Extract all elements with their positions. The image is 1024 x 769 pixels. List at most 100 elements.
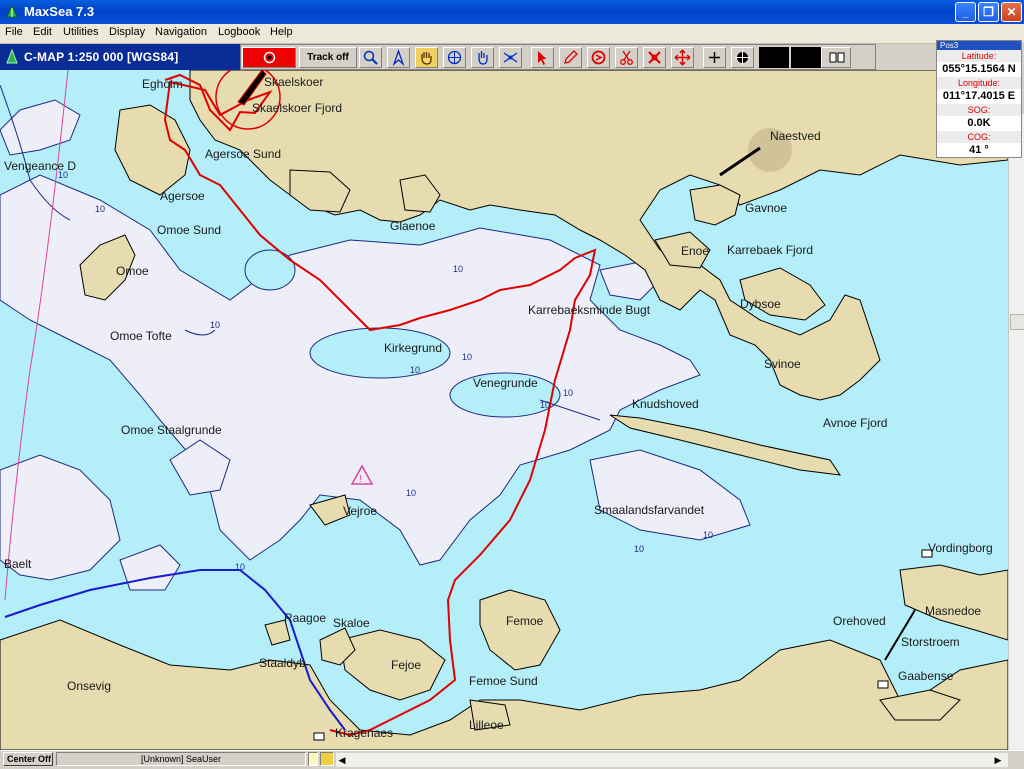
chart-scale-label: C-MAP 1:250 000 [WGS84] [24,50,179,64]
label-gaabense: Gaabense [898,669,954,683]
restore-button[interactable]: ❐ [978,2,999,22]
scissors-button[interactable] [615,47,638,68]
close-button[interactable]: ✕ [1001,2,1022,22]
chart-icon [6,49,18,64]
label-karrebaeksminde-bugt: Karrebaeksminde Bugt [528,303,651,317]
longitude-value: 011°17.4015 E [942,90,1016,102]
vertical-scroll-thumb[interactable] [1010,314,1024,330]
chart-header: C-MAP 1:250 000 [WGS84] [0,44,240,70]
gaabense-harbour-icon [877,680,889,689]
crosshair-icon [447,50,462,65]
label-orehoved: Orehoved [833,614,886,628]
target-icon [735,50,750,65]
minimize-button[interactable]: _ [955,2,976,22]
record-button[interactable] [242,47,296,68]
depth-label: 10 [540,400,550,410]
black-panel-2 [791,47,821,68]
zoom-button[interactable] [359,47,382,68]
route-button[interactable] [587,47,610,68]
label-glaenoe: Glaenoe [390,219,436,233]
depth-label: 10 [563,388,573,398]
label-kirkegrund: Kirkegrund [384,341,442,355]
center-off-button[interactable]: Center Off [3,752,53,766]
target-button[interactable] [731,47,754,68]
label-avnoe-fjord: Avnoe Fjord [823,416,887,430]
plus-icon [709,52,720,63]
cursor-icon [538,51,547,65]
label-masnedoe: Masnedoe [925,604,981,618]
hand-point-icon [478,51,488,65]
label-knudshoved: Knudshoved [632,397,699,411]
label-omoe-staalgrunde: Omoe Staalgrunde [121,423,222,437]
label-enoe: Enoe [681,244,709,258]
horizontal-scrollbar[interactable]: ◀ ▶ [336,753,1008,767]
track-off-button[interactable]: Track off [299,47,357,68]
label-storstroem: Storstroem [901,635,960,649]
hand-point-button[interactable] [471,47,494,68]
nautical-chart[interactable]: ! Egholm Skaelskoer Skaelskoer Fjord Nae… [0,70,1008,750]
depth-label: 10 [95,204,105,214]
latitude-label: Latitude: [937,50,1021,62]
move-button[interactable] [671,47,694,68]
status-indicator [308,752,318,766]
position-panel-header: Pos3 [937,41,1021,50]
menu-navigation[interactable]: Navigation [155,26,207,38]
erase-icon [648,51,661,64]
menu-utilities[interactable]: Utilities [63,26,98,38]
menu-logbook[interactable]: Logbook [218,26,260,38]
longitude-label: Longitude: [937,77,1021,89]
warning-mark: ! [359,474,362,485]
kragenaes-harbour-icon [313,732,325,741]
hand-pan-button[interactable] [415,47,438,68]
label-femoe: Femoe [506,614,544,628]
sog-label: SOG: [937,104,1021,116]
label-dybsoe: Dybsoe [740,297,781,311]
move-icon [674,49,691,66]
window-button[interactable] [821,47,851,68]
user-status: [Unknown] SeaUser [56,752,306,766]
record-icon [263,51,275,64]
tide-button[interactable] [499,47,522,68]
label-lilleoe: Lilleoe [469,718,504,732]
menu-bar: File Edit Utilities Display Navigation L… [0,24,1024,44]
menu-edit[interactable]: Edit [33,26,52,38]
label-karrebaek-fjord: Karrebaek Fjord [727,243,813,257]
menu-display[interactable]: Display [109,26,145,38]
label-skaelskoer-fjord: Skaelskoer Fjord [252,101,342,115]
chart-toolbar: Track off [240,44,876,70]
title-bar: MaxSea 7.3 _ ❐ ✕ [0,0,1024,24]
cog-label: COG: [937,131,1021,143]
depth-label: 10 [462,352,472,362]
label-omoe-sund: Omoe Sund [157,223,221,237]
depth-label: 10 [406,488,416,498]
depth-label: 10 [703,530,713,540]
maxsea-app-icon [6,5,18,18]
pencil-icon [564,50,578,64]
scroll-right-icon[interactable]: ▶ [992,753,1004,767]
zoom-icon [363,50,378,65]
menu-file[interactable]: File [5,26,23,38]
label-omoe: Omoe [116,264,149,278]
label-svinoe: Svinoe [764,357,801,371]
compass-button[interactable] [387,47,410,68]
status-bar: Center Off [Unknown] SeaUser ◀ ▶ [0,750,1024,769]
erase-button[interactable] [643,47,666,68]
label-naestved: Naestved [770,129,821,143]
sog-value: 0.0K [967,117,991,129]
status-icon[interactable] [320,752,334,766]
pencil-button[interactable] [559,47,582,68]
chart-window: C-MAP 1:250 000 [WGS84] Track off ! Egho… [0,40,1024,750]
label-raagoe: Raagoe [284,611,326,625]
label-kragenaes: Kragenaes [335,726,393,740]
scroll-left-icon[interactable]: ◀ [336,753,348,767]
label-skaloe: Skaloe [333,616,370,630]
label-staaldyb: Staaldyb [259,656,306,670]
vertical-scrollbar[interactable] [1008,114,1024,750]
menu-help[interactable]: Help [270,26,293,38]
label-fejoe: Fejoe [391,658,421,672]
crosshair-button[interactable] [443,47,466,68]
label-baelt: Baelt [4,557,32,571]
plus-button[interactable] [703,47,726,68]
cursor-button[interactable] [531,47,554,68]
label-skaelskoer: Skaelskoer [264,75,323,89]
